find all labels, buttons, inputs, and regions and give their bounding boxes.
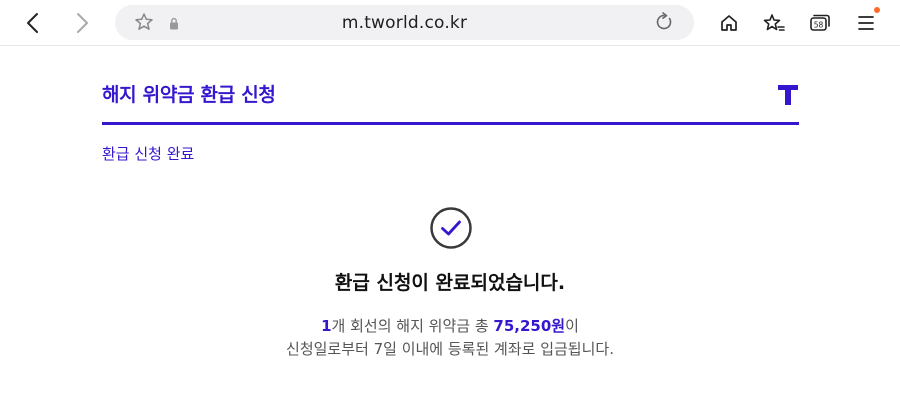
- summary-suffix: 이: [565, 317, 579, 335]
- back-icon[interactable]: [19, 8, 49, 38]
- deposit-notice-line: 신청일로부터 7일 이내에 등록된 계좌로 입금됩니다.: [286, 340, 614, 358]
- tabs-icon[interactable]: 58: [804, 8, 834, 38]
- page-title: 해지 위약금 환급 신청: [102, 84, 276, 106]
- title-divider: [102, 122, 799, 125]
- line-count: 1: [321, 317, 332, 335]
- address-bar[interactable]: m.tworld.co.kr: [115, 5, 694, 40]
- favorites-icon[interactable]: [759, 8, 789, 38]
- section-subtitle: 환급 신청 완료: [102, 145, 195, 163]
- refund-summary-line: 1개 회선의 해지 위약금 총 75,250원이: [0, 315, 900, 336]
- brand-logo[interactable]: [777, 84, 799, 110]
- completion-heading: 환급 신청이 완료되었습니다.: [334, 272, 566, 294]
- notification-dot: [874, 7, 880, 13]
- check-circle-icon: [429, 206, 473, 254]
- tab-count-text: 58: [814, 21, 824, 30]
- forward-icon[interactable]: [66, 8, 96, 38]
- reload-icon[interactable]: [654, 12, 674, 36]
- refund-amount: 75,250원: [493, 317, 566, 335]
- summary-text: 개 회선의 해지 위약금 총: [331, 317, 494, 335]
- home-icon[interactable]: [714, 8, 744, 38]
- browser-toolbar: m.tworld.co.kr 58: [0, 0, 900, 46]
- url-text[interactable]: m.tworld.co.kr: [115, 13, 694, 33]
